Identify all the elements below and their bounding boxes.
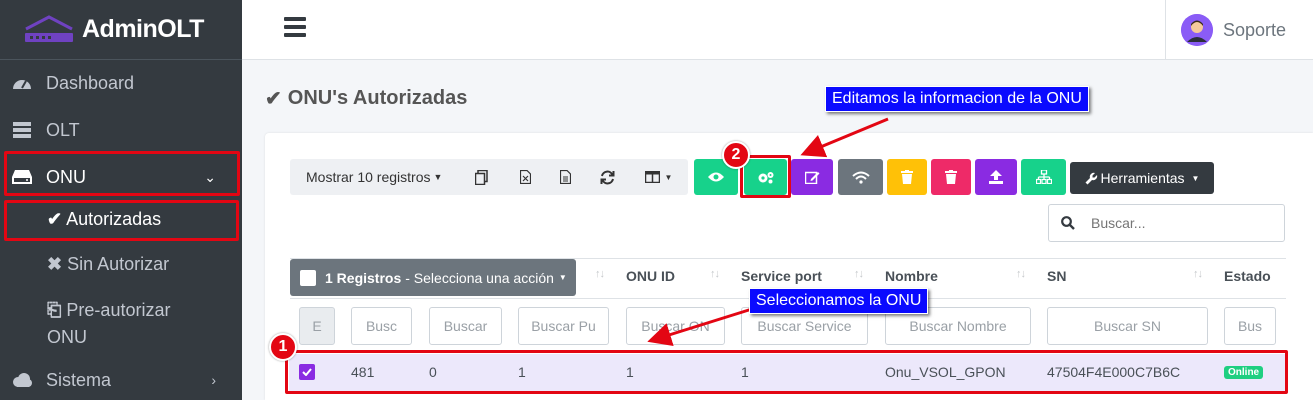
delete-button[interactable] bbox=[931, 159, 971, 195]
sidebar-subitem-label-line2: ONU bbox=[47, 327, 87, 347]
select-all-checkbox[interactable] bbox=[300, 269, 316, 286]
columns-button[interactable]: ▼ bbox=[629, 159, 688, 195]
sidebar: AdminOLT Dashboard OLT ONU ⌄ ✔ Autorizad… bbox=[0, 0, 242, 400]
callout-edit: Editamos la informacion de la ONU bbox=[825, 86, 1089, 112]
divider bbox=[290, 258, 1286, 259]
page-title: ✔ ONU's Autorizadas bbox=[265, 86, 467, 111]
sidebar-item-olt[interactable]: OLT bbox=[0, 107, 242, 153]
upload-button[interactable] bbox=[975, 159, 1017, 195]
copy-button[interactable] bbox=[457, 159, 505, 195]
selected-count: 1 Registros bbox=[325, 269, 402, 286]
callout-select: Seleccionamos la ONU bbox=[749, 288, 929, 314]
caret-down-icon: ▼ bbox=[433, 172, 443, 182]
step-2-marker: 2 bbox=[722, 141, 750, 169]
tools-label: Herramientas bbox=[1100, 170, 1185, 186]
filter-input[interactable]: Buscar Pu bbox=[518, 307, 609, 345]
server-icon bbox=[11, 121, 33, 139]
sidebar-subitem-pre-autorizar[interactable]: ⎗ Pre-autorizar ONU bbox=[47, 297, 237, 351]
show-records-dropdown[interactable]: Mostrar 10 registros ▼ bbox=[290, 159, 457, 195]
olt-logo-icon bbox=[25, 14, 73, 42]
sort-icon[interactable]: ↑↓ bbox=[1193, 268, 1203, 280]
sidebar-item-label: Dashboard bbox=[46, 72, 135, 93]
chevron-right-icon: › bbox=[211, 372, 216, 388]
edit-button[interactable] bbox=[791, 159, 833, 195]
topbar: Soporte bbox=[242, 0, 1313, 60]
filter-input[interactable]: Busc bbox=[351, 307, 412, 345]
column-header-estado[interactable]: Estado bbox=[1224, 268, 1271, 284]
highlight-onu bbox=[4, 151, 240, 196]
search-box[interactable] bbox=[1048, 204, 1285, 242]
sort-icon[interactable]: ↑↓ bbox=[1016, 268, 1026, 280]
trash-icon bbox=[901, 170, 913, 184]
sidebar-item-dashboard[interactable]: Dashboard bbox=[0, 60, 242, 106]
copy-icon bbox=[474, 169, 488, 185]
sidebar-item-label: Sistema bbox=[46, 369, 112, 390]
avatar bbox=[1181, 14, 1213, 46]
filter-input[interactable]: Buscar bbox=[429, 307, 502, 345]
edit-icon bbox=[804, 171, 819, 184]
wrench-icon bbox=[1085, 172, 1097, 184]
pdf-button[interactable] bbox=[545, 159, 585, 195]
column-header-sn[interactable]: SN bbox=[1047, 268, 1066, 284]
excel-button[interactable] bbox=[505, 159, 545, 195]
brand-name: AdminOLT bbox=[82, 15, 204, 43]
select-action-label: - Selecciona una acción bbox=[405, 269, 554, 286]
trash-icon bbox=[945, 170, 957, 184]
filter-button[interactable]: E bbox=[299, 307, 335, 345]
sidebar-subitem-sin-autorizar[interactable]: ✖ Sin Autorizar bbox=[47, 254, 237, 275]
sidebar-item-sistema[interactable]: Sistema › bbox=[0, 357, 242, 400]
column-header-service-port[interactable]: Service port bbox=[741, 268, 822, 284]
sitemap-icon bbox=[1035, 170, 1052, 184]
search-input[interactable] bbox=[1091, 215, 1271, 231]
brand[interactable]: AdminOLT bbox=[0, 0, 242, 60]
sort-icon[interactable]: ↑↓ bbox=[854, 268, 864, 280]
column-header-onu-id[interactable]: ONU ID bbox=[626, 268, 675, 284]
menu-toggle-icon[interactable] bbox=[284, 17, 306, 41]
tachometer-icon bbox=[11, 75, 33, 91]
sort-icon[interactable]: ↑↓ bbox=[710, 268, 720, 280]
sidebar-subitem-label: Sin Autorizar bbox=[67, 254, 170, 274]
wifi-icon bbox=[851, 171, 870, 184]
caret-down-icon: ▼ bbox=[558, 273, 567, 282]
show-records-label: Mostrar 10 registros bbox=[306, 169, 431, 185]
check-icon: ✔ bbox=[265, 88, 282, 110]
file-icon bbox=[559, 170, 571, 184]
bulk-action-dropdown[interactable]: 1 Registros - Selecciona una acción ▼ bbox=[290, 259, 576, 296]
cloud-icon bbox=[11, 373, 33, 387]
user-name: Soporte bbox=[1223, 19, 1287, 40]
upload-icon bbox=[989, 170, 1003, 184]
caret-down-icon: ▼ bbox=[1191, 173, 1200, 183]
highlight-row bbox=[285, 350, 1288, 394]
user-menu[interactable]: Soporte bbox=[1165, 0, 1313, 60]
wifi-button[interactable] bbox=[838, 159, 883, 195]
highlight-autorizadas bbox=[4, 200, 239, 241]
column-header-nombre[interactable]: Nombre bbox=[885, 268, 938, 284]
filter-input-sn[interactable]: Buscar SN bbox=[1047, 307, 1208, 345]
caret-down-icon: ▼ bbox=[664, 172, 673, 182]
sidebar-subitem-label-line1: Pre-autorizar bbox=[66, 300, 171, 320]
file-excel-icon bbox=[519, 170, 531, 184]
filter-input-estado[interactable]: Bus bbox=[1224, 307, 1276, 345]
sort-icon[interactable]: ↑↓ bbox=[595, 268, 605, 280]
filter-input-onu-id[interactable]: Buscar ON bbox=[626, 307, 725, 345]
times-icon: ✖ bbox=[47, 254, 63, 274]
eye-icon bbox=[708, 172, 724, 182]
search-icon bbox=[1061, 216, 1075, 230]
columns-icon bbox=[644, 171, 660, 183]
tools-dropdown[interactable]: Herramientas ▼ bbox=[1070, 162, 1214, 194]
refresh-icon bbox=[600, 170, 614, 184]
page-title-text: ONU's Autorizadas bbox=[287, 87, 468, 109]
clear-button[interactable] bbox=[887, 159, 927, 195]
step-1-marker: 1 bbox=[269, 333, 297, 361]
sidebar-item-label: OLT bbox=[46, 119, 80, 140]
plug-icon: ⎗ bbox=[47, 300, 62, 320]
network-button[interactable] bbox=[1021, 159, 1066, 195]
refresh-button[interactable] bbox=[585, 159, 629, 195]
